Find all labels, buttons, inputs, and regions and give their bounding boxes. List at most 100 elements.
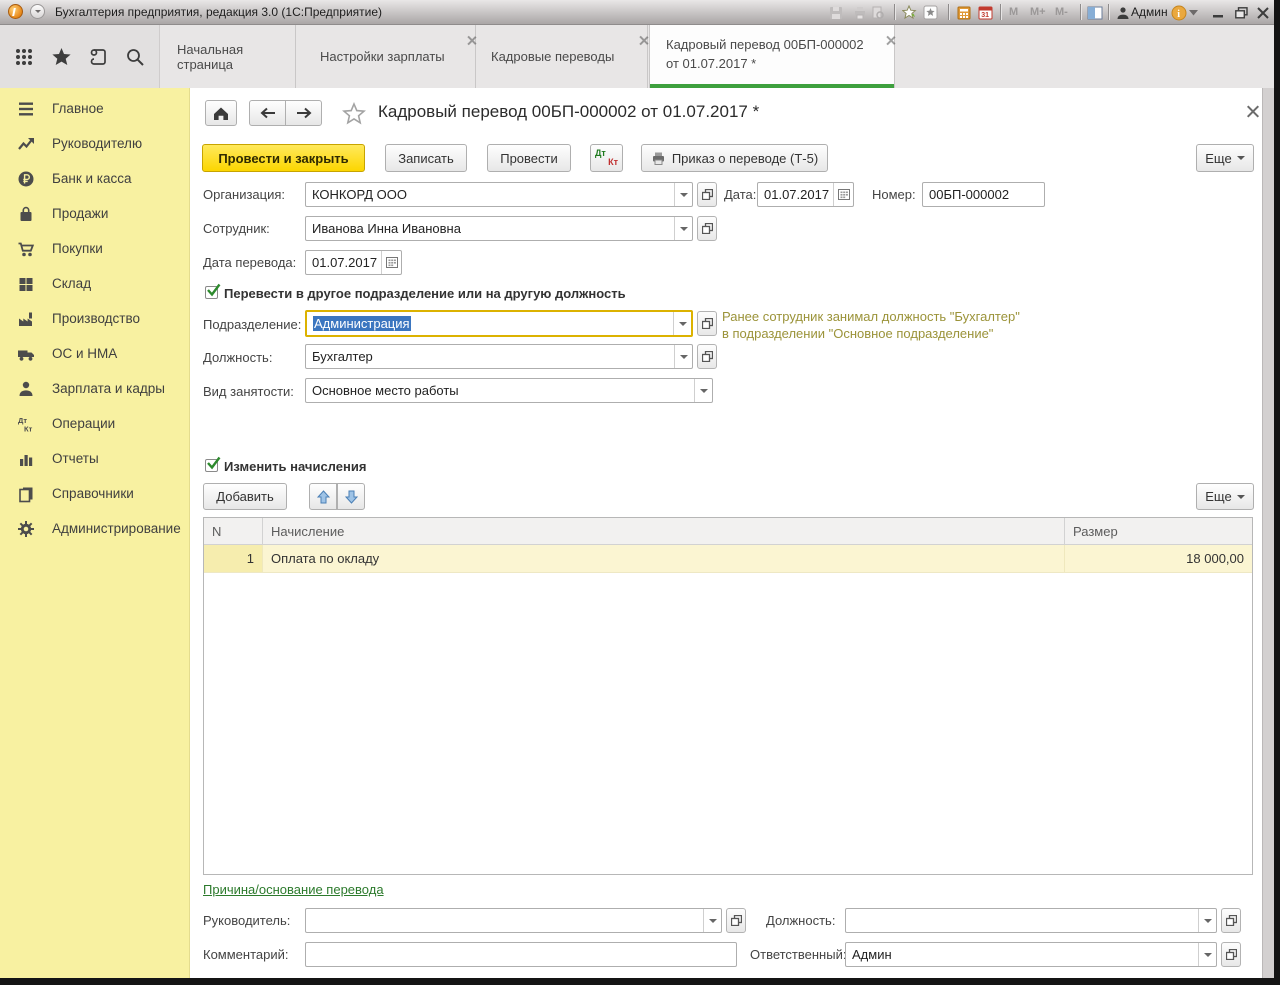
organization-field[interactable]: КОНКОРД ООО — [305, 182, 693, 207]
memory-m-plus-button[interactable]: M+ — [1030, 6, 1046, 18]
department-field[interactable]: Администрация — [305, 310, 693, 337]
sidebar-item-administration[interactable]: Администрирование — [0, 511, 190, 546]
calendar-icon[interactable]: 31 — [976, 4, 994, 21]
search-icon[interactable] — [123, 45, 147, 69]
manager-position-open-button[interactable] — [1221, 908, 1241, 933]
sidebar-item-sales[interactable]: Продажи — [0, 196, 190, 231]
calendar-picker-icon[interactable] — [833, 183, 853, 206]
arrow-down-icon — [345, 490, 358, 504]
manager-position-field[interactable] — [845, 908, 1217, 933]
dtkt-postings-button[interactable]: Дт Кт — [590, 144, 623, 172]
more-button-top[interactable]: Еще — [1196, 144, 1254, 172]
sidebar-item-directories[interactable]: Справочники — [0, 476, 190, 511]
sidebar-item-salary-hr[interactable]: Зарплата и кадры — [0, 371, 190, 406]
transfer-date-field[interactable]: 01.07.2017 — [305, 250, 402, 275]
responsible-open-button[interactable] — [1221, 942, 1241, 967]
split-window-icon[interactable] — [1086, 4, 1104, 21]
dropdown-arrow-icon[interactable] — [674, 345, 692, 368]
preview-icon[interactable] — [869, 4, 887, 21]
sidebar-item-main[interactable]: Главное — [0, 91, 190, 126]
restore-button[interactable] — [1231, 4, 1251, 21]
change-accruals-checkbox[interactable] — [205, 459, 218, 472]
forward-button[interactable] — [285, 100, 322, 126]
print-icon[interactable] — [851, 4, 869, 21]
position-open-button[interactable] — [697, 344, 717, 369]
separator — [1108, 4, 1109, 20]
close-form-icon[interactable] — [1246, 104, 1260, 118]
employment-type-field[interactable]: Основное место работы — [305, 378, 713, 403]
comment-field[interactable] — [305, 942, 737, 967]
dropdown-arrow-icon[interactable] — [674, 217, 692, 240]
date-field[interactable]: 01.07.2017 — [757, 182, 854, 207]
employee-open-button[interactable] — [697, 216, 717, 241]
history-icon[interactable] — [86, 45, 110, 69]
dropdown-arrow-icon[interactable] — [674, 183, 692, 206]
favorites-star-icon[interactable] — [49, 45, 73, 69]
employee-field[interactable]: Иванова Инна Ивановна — [305, 216, 693, 241]
favorites-icon[interactable] — [901, 4, 919, 21]
dropdown-arrow-icon[interactable] — [694, 379, 712, 402]
post-button[interactable]: Провести — [487, 144, 571, 172]
change-accruals-label: Изменить начисления — [224, 459, 366, 474]
more-button-table[interactable]: Еще — [1196, 483, 1254, 510]
sidebar-item-fixed-assets[interactable]: ОС и НМА — [0, 336, 190, 371]
info-dropdown-icon[interactable] — [1188, 4, 1198, 21]
dropdown-arrow-icon[interactable] — [703, 909, 721, 932]
sidebar-item-production[interactable]: Производство — [0, 301, 190, 336]
favorite-star-icon[interactable] — [342, 102, 366, 130]
window-right-edge — [1262, 88, 1274, 978]
add-favorite-icon[interactable] — [922, 4, 940, 21]
dropdown-arrow-icon[interactable] — [673, 312, 691, 335]
tab-personnel-transfer-active[interactable]: Кадровый перевод 00БП-000002 от 01.07.20… — [649, 25, 895, 88]
table-row[interactable]: 1 Оплата по окладу 18 000,00 — [204, 545, 1252, 573]
calendar-picker-icon[interactable] — [381, 251, 401, 274]
accrual-name-cell: Оплата по окладу — [263, 545, 1065, 572]
sidebar-item-warehouse[interactable]: Склад — [0, 266, 190, 301]
write-button[interactable]: Записать — [385, 144, 467, 172]
dropdown-arrow-icon[interactable] — [1198, 943, 1216, 966]
organization-open-button[interactable] — [697, 182, 717, 207]
sidebar-item-purchases[interactable]: Покупки — [0, 231, 190, 266]
checkmark-icon — [206, 283, 222, 299]
calculator-icon[interactable] — [955, 4, 973, 21]
main-menu-button[interactable] — [30, 4, 45, 19]
memory-m-minus-button[interactable]: M- — [1055, 6, 1068, 18]
dropdown-arrow-icon[interactable] — [1198, 909, 1216, 932]
books-icon — [17, 485, 35, 503]
sidebar-item-bank-cash[interactable]: Банк и касса — [0, 161, 190, 196]
info-icon[interactable]: i — [1170, 4, 1188, 21]
apps-grid-icon[interactable] — [12, 45, 36, 69]
add-row-button[interactable]: Добавить — [203, 483, 287, 510]
cart-icon — [17, 240, 35, 258]
print-transfer-order-button[interactable]: Приказ о переводе (Т-5) — [641, 144, 828, 172]
responsible-field[interactable]: Админ — [845, 942, 1217, 967]
ruble-circle-icon — [17, 170, 35, 188]
manager-field[interactable] — [305, 908, 722, 933]
position-field[interactable]: Бухгалтер — [305, 344, 693, 369]
sidebar-item-reports[interactable]: Отчеты — [0, 441, 190, 476]
previous-position-note: Ранее сотрудник занимал должность "Бухга… — [722, 308, 1022, 342]
bar-chart-icon — [17, 450, 35, 468]
tab-home[interactable]: Начальная страница — [163, 25, 296, 88]
department-open-button[interactable] — [697, 311, 717, 336]
current-user-name[interactable]: Админ — [1131, 5, 1168, 19]
transfer-checkbox[interactable] — [205, 286, 218, 299]
move-down-button[interactable] — [337, 483, 365, 510]
tab-transfers[interactable]: Кадровые переводы — [477, 25, 648, 88]
minimize-button[interactable] — [1208, 4, 1228, 21]
back-button[interactable] — [249, 100, 286, 126]
tab-salary-settings[interactable]: Настройки зарплаты — [306, 25, 476, 88]
accrual-amount-cell: 18 000,00 — [1065, 545, 1252, 572]
sidebar-item-operations[interactable]: ДтКт Операции — [0, 406, 190, 441]
post-and-close-button[interactable]: Провести и закрыть — [202, 144, 365, 172]
close-window-button[interactable] — [1253, 4, 1273, 21]
memory-m-button[interactable]: M — [1009, 6, 1018, 18]
home-button[interactable] — [205, 100, 237, 126]
number-field[interactable]: 00БП-000002 — [922, 182, 1045, 207]
save-icon[interactable] — [827, 4, 845, 21]
move-up-button[interactable] — [309, 483, 337, 510]
separator — [1000, 4, 1001, 20]
reason-link[interactable]: Причина/основание перевода — [203, 882, 384, 897]
sidebar-item-manager[interactable]: Руководителю — [0, 126, 190, 161]
manager-open-button[interactable] — [726, 908, 746, 933]
